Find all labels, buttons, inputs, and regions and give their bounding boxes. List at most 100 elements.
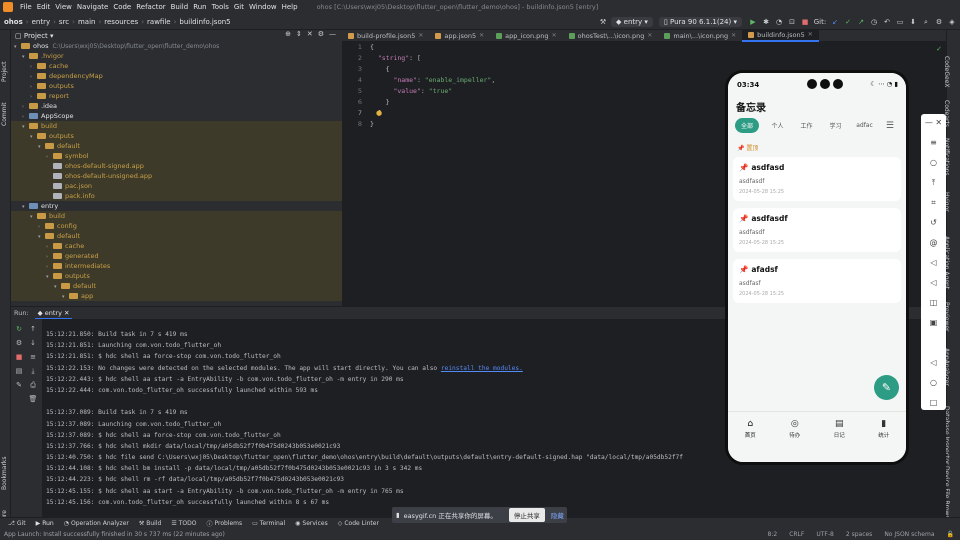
soft-wrap-icon[interactable]: ≡ — [28, 353, 38, 361]
menu-item-window[interactable]: Window — [249, 3, 277, 11]
tree-item[interactable]: ohos-default-signed.app — [11, 161, 342, 171]
bookmarks-tool-tab[interactable]: Bookmarks — [1, 456, 8, 490]
tree-item[interactable]: › config — [11, 221, 342, 231]
note-card[interactable]: 📌 asdfasd asdfasdf 2024-05-28 15:25 — [733, 157, 901, 201]
menu-item-run[interactable]: Run — [193, 3, 206, 11]
bottom-tab-terminal[interactable]: ▭ Terminal — [252, 520, 285, 527]
git-commit-icon[interactable]: ✓ — [843, 18, 853, 26]
editor-tab[interactable]: build-profile.json5 ✕ — [342, 30, 429, 42]
sdk-icon[interactable]: ⬇ — [908, 18, 918, 26]
category-tab[interactable]: 全部 — [735, 118, 759, 133]
tree-item[interactable]: ▾ default — [11, 281, 342, 291]
bottom-tab-services[interactable]: ◉ Services — [295, 520, 328, 527]
run-icon[interactable]: ▶ — [748, 18, 758, 26]
emu-menu-icon[interactable]: ≡ — [921, 138, 946, 147]
close-icon[interactable]: ✕ — [307, 30, 313, 38]
tree-item[interactable]: › AppScope — [11, 111, 342, 121]
menu-item-tools[interactable]: Tools — [212, 3, 229, 11]
codegeex-tool-tab[interactable]: CodeGeeX — [943, 56, 950, 88]
editor-tab[interactable]: main\...\icon.png ✕ — [658, 30, 742, 42]
print-icon[interactable]: ⎙ — [28, 381, 38, 390]
menu-icon[interactable]: ☰ — [886, 121, 894, 131]
tree-item[interactable]: ▾ outputs — [11, 271, 342, 281]
tree-item[interactable]: ▾ app — [11, 291, 342, 301]
recents-icon[interactable]: □ — [921, 398, 946, 407]
run-config-select[interactable]: ◆ entry ▾ — [611, 17, 653, 27]
collapse-icon[interactable]: ⇕ — [296, 30, 302, 38]
stop-sharing-button[interactable]: 停止共享 — [508, 508, 545, 522]
tree-item[interactable]: › report — [11, 91, 342, 101]
locate-icon[interactable]: ⊕ — [285, 30, 291, 38]
menu-item-navigate[interactable]: Navigate — [77, 3, 108, 11]
panel-settings-icon[interactable]: ⚙ — [318, 30, 324, 38]
breadcrumb-item[interactable]: main — [78, 18, 96, 26]
profile-icon[interactable]: ◔ — [774, 18, 784, 26]
category-tab[interactable]: adfac — [850, 119, 879, 132]
stop-icon[interactable]: ■ — [800, 18, 810, 26]
close-tab-icon[interactable]: ✕ — [808, 29, 813, 41]
rollback-icon[interactable]: ↶ — [882, 18, 892, 26]
tree-item[interactable]: ▾ default — [11, 231, 342, 241]
nav-diary[interactable]: ▤ 日记 — [819, 412, 859, 447]
bottom-tab-problems[interactable]: ⓘ Problems — [206, 519, 242, 528]
menu-item-code[interactable]: Code — [113, 3, 131, 11]
project-view-select[interactable]: ▢ Project ▾ — [15, 32, 54, 40]
bottom-tab-todo[interactable]: ☰ TODO — [171, 520, 196, 527]
breadcrumb-item[interactable]: src — [59, 18, 69, 26]
tree-item[interactable]: ohos-default-unsigned.app — [11, 171, 342, 181]
git-push-icon[interactable]: ↗ — [856, 18, 866, 26]
close-tab-icon[interactable]: ✕ — [647, 30, 652, 42]
editor-tab[interactable]: app.json5 ✕ — [429, 30, 490, 42]
bottom-tab-git[interactable]: ⎇ Git — [8, 520, 26, 527]
tree-item[interactable]: ▾ build — [11, 121, 342, 131]
history-icon[interactable]: ◷ — [869, 18, 879, 26]
indent-setting[interactable]: 2 spaces — [846, 531, 872, 538]
home-button-icon[interactable]: ○ — [921, 378, 946, 387]
breadcrumb-item[interactable]: entry — [32, 18, 51, 26]
crop-icon[interactable]: ⌗ — [921, 198, 946, 208]
editor-tab[interactable]: buildinfo.json5 ✕ — [742, 29, 819, 42]
hide-button[interactable]: 隐藏 — [551, 510, 564, 520]
breadcrumb-item[interactable]: buildinfo.json5 — [179, 18, 230, 26]
tree-item[interactable]: ▾ ohos C:\Users\wxj05\Desktop\flutter_open… — [11, 41, 342, 51]
caret-position[interactable]: 8:2 — [768, 531, 778, 538]
reinstall-modules-link[interactable]: reinstall the modules. — [441, 365, 523, 372]
hammer-icon[interactable]: ⚒ — [598, 18, 608, 26]
new-note-button[interactable]: ✎ — [874, 375, 899, 400]
breadcrumb-item[interactable]: ohos — [4, 18, 23, 26]
tree-item[interactable]: › outputs — [11, 81, 342, 91]
tree-item[interactable]: › intermediates — [11, 261, 342, 271]
tree-item[interactable]: › symbol — [11, 151, 342, 161]
attach-icon[interactable]: ⊡ — [787, 18, 797, 26]
tree-item[interactable]: › dependencyMap — [11, 71, 342, 81]
run-tab-entry[interactable]: ◆ entry ✕ — [34, 307, 73, 320]
close-tab-icon[interactable]: ✕ — [552, 30, 557, 42]
rotate-icon[interactable]: ↺ — [921, 218, 946, 227]
rerun-icon[interactable]: ↻ — [14, 325, 24, 333]
close-tab-icon[interactable]: ✕ — [479, 30, 484, 42]
settings-icon[interactable]: ⚙ — [934, 18, 944, 26]
tree-item[interactable]: › cache — [11, 241, 342, 251]
category-tab[interactable]: 个人 — [763, 118, 792, 133]
restore-layout-icon[interactable]: ▤ — [14, 367, 24, 375]
category-tab[interactable]: 学习 — [821, 118, 850, 133]
nav-stats[interactable]: ▮ 统计 — [864, 412, 904, 447]
intention-bulb-icon[interactable]: ● — [376, 109, 382, 117]
menu-item-edit[interactable]: Edit — [37, 3, 51, 11]
power-icon[interactable]: ○ — [921, 158, 946, 167]
back-icon[interactable]: ◁ — [921, 358, 946, 367]
breadcrumb-item[interactable]: rawfile — [147, 18, 171, 26]
bottom-tab-run[interactable]: ▶ Run — [36, 520, 54, 527]
breadcrumb-item[interactable]: resources — [104, 18, 138, 26]
editor-tab[interactable]: app_icon.png ✕ — [490, 30, 562, 42]
volume-down-icon[interactable]: ◁ — [921, 278, 946, 287]
screenshot-icon[interactable]: ▣ — [921, 318, 946, 327]
git-update-icon[interactable]: ↙ — [830, 18, 840, 26]
nav-todo[interactable]: ◎ 待办 — [775, 412, 815, 447]
menu-item-build[interactable]: Build — [171, 3, 189, 11]
tree-item[interactable]: › cache — [11, 61, 342, 71]
expanded-arrow-icon[interactable]: ▾ — [62, 292, 69, 302]
pin-tab-icon[interactable]: ✎ — [14, 381, 24, 389]
menu-item-git[interactable]: Git — [234, 3, 244, 11]
stop-run-icon[interactable]: ■ — [14, 353, 24, 361]
